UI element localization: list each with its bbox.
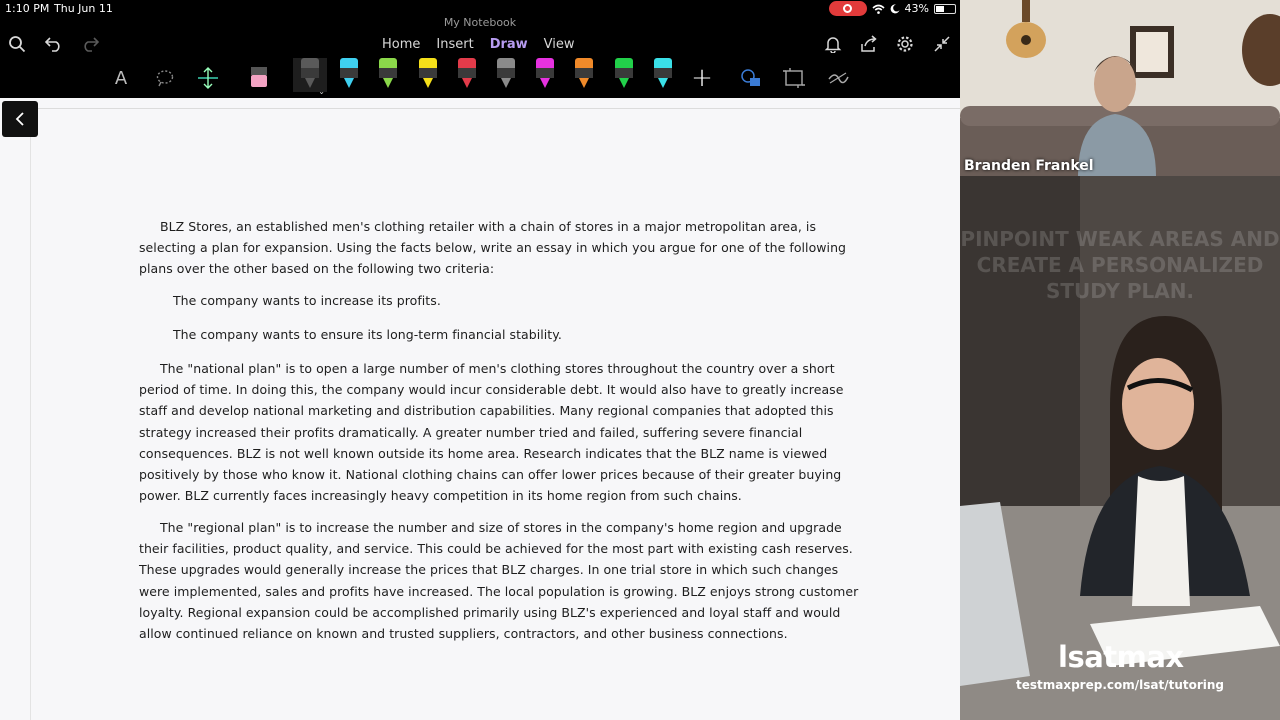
pen-body — [340, 68, 358, 78]
pen-cap — [536, 58, 554, 68]
nav-row: Home Insert Draw View — [0, 30, 960, 58]
pen-body — [301, 68, 319, 78]
tab-draw[interactable]: Draw — [482, 37, 536, 52]
screen-record-icon[interactable] — [828, 1, 867, 16]
bell-icon[interactable] — [821, 32, 845, 56]
page-margin-rule — [30, 108, 31, 720]
presenter-name: Branden Frankel — [964, 158, 1094, 174]
pen-cap — [301, 58, 319, 68]
pen-tool[interactable] — [613, 58, 635, 92]
moon-icon — [890, 3, 900, 13]
pen-tip — [423, 78, 433, 88]
pen-tool[interactable] — [417, 58, 439, 92]
pen-body — [379, 68, 397, 78]
ad-url[interactable]: testmaxprep.com/lsat/tutoring — [960, 678, 1280, 692]
national-plan-paragraph: The "national plan" is to open a large n… — [139, 361, 844, 504]
pen-tip — [305, 78, 315, 88]
pen-tool[interactable] — [495, 58, 517, 92]
share-icon[interactable] — [857, 32, 881, 56]
pen-cap — [654, 58, 672, 68]
notebook-app: 1:10 PM Thu Jun 11 43% My Notebook Home … — [0, 0, 960, 720]
tab-view[interactable]: View — [536, 37, 583, 52]
pen-tip — [344, 78, 354, 88]
pen-cap — [458, 58, 476, 68]
tab-insert[interactable]: Insert — [428, 37, 481, 52]
battery-level — [936, 5, 944, 12]
collapse-icon[interactable] — [930, 32, 954, 56]
pen-tool[interactable] — [534, 58, 556, 92]
pen-body — [497, 68, 515, 78]
pen-tip — [540, 78, 550, 88]
pen-body — [575, 68, 593, 78]
pen-cap — [615, 58, 633, 68]
status-time: 1:10 PM — [5, 2, 50, 15]
battery-percent: 43% — [904, 2, 929, 15]
pen-body — [615, 68, 633, 78]
wifi-icon — [872, 4, 885, 14]
ad-panel: PINPOINT WEAK AREAS AND CREATE A PERSONA… — [960, 176, 1280, 720]
pen-tool[interactable] — [573, 58, 595, 92]
notebook-title: My Notebook — [443, 16, 517, 29]
ink-to-shape-icon[interactable] — [738, 58, 764, 98]
pen-tip — [658, 78, 668, 88]
lasso-select-icon[interactable] — [152, 58, 178, 98]
ink-replay-icon[interactable] — [826, 58, 850, 98]
pen-body — [458, 68, 476, 78]
search-icon[interactable] — [5, 32, 29, 56]
regional-plan-paragraph: The "regional plan" is to increase the n… — [139, 520, 859, 642]
notebook-page[interactable]: BLZ Stores, an established men's clothin… — [0, 98, 960, 720]
pen-cap — [379, 58, 397, 68]
ribbon-tabs: Home Insert Draw View — [374, 37, 583, 52]
criterion-profits: The company wants to increase its profit… — [173, 293, 441, 308]
pen-tool-selected[interactable]: ⌄ — [293, 58, 327, 96]
battery-icon — [934, 3, 956, 14]
pen-tool[interactable] — [652, 58, 674, 92]
pen-tip — [579, 78, 589, 88]
pen-body — [654, 68, 672, 78]
page-top-rule — [30, 108, 960, 109]
gear-icon[interactable] — [893, 32, 917, 56]
status-date: Thu Jun 11 — [54, 2, 113, 15]
pen-body — [419, 68, 437, 78]
add-pen-button[interactable]: + — [690, 58, 714, 98]
pen-tip — [462, 78, 472, 88]
presenter-scene — [960, 0, 1280, 176]
status-right: 43% — [828, 1, 956, 16]
tab-home[interactable]: Home — [374, 37, 428, 52]
pen-tip — [501, 78, 511, 88]
ink-to-text-icon[interactable] — [780, 58, 808, 98]
criterion-stability: The company wants to ensure its long-ter… — [173, 327, 562, 342]
pen-tool[interactable] — [377, 58, 399, 92]
pen-cap — [419, 58, 437, 68]
chevron-left-icon — [15, 112, 24, 126]
pen-tool[interactable] — [338, 58, 360, 92]
pen-body — [536, 68, 554, 78]
redo-icon[interactable] — [78, 32, 102, 56]
presenter-video: Branden Frankel — [960, 0, 1280, 176]
essay-prompt-paragraph: BLZ Stores, an established men's clothin… — [139, 219, 847, 277]
back-button[interactable] — [2, 101, 38, 137]
ad-headline: PINPOINT WEAK AREAS AND CREATE A PERSONA… — [960, 227, 1280, 303]
text-tool-button[interactable]: A — [110, 58, 132, 98]
undo-icon[interactable] — [42, 32, 66, 56]
eraser-icon[interactable] — [248, 58, 270, 98]
pen-cap — [575, 58, 593, 68]
pen-tip — [619, 78, 629, 88]
pen-cap — [497, 58, 515, 68]
chevron-down-icon[interactable]: ⌄ — [318, 87, 325, 96]
pen-cap — [340, 58, 358, 68]
pen-tip — [383, 78, 393, 88]
draw-toolbar: A ⌄ + — [0, 58, 960, 98]
add-space-icon[interactable] — [194, 58, 222, 98]
brand-logo: lsatmax — [1058, 640, 1184, 674]
pen-tool[interactable] — [456, 58, 478, 92]
